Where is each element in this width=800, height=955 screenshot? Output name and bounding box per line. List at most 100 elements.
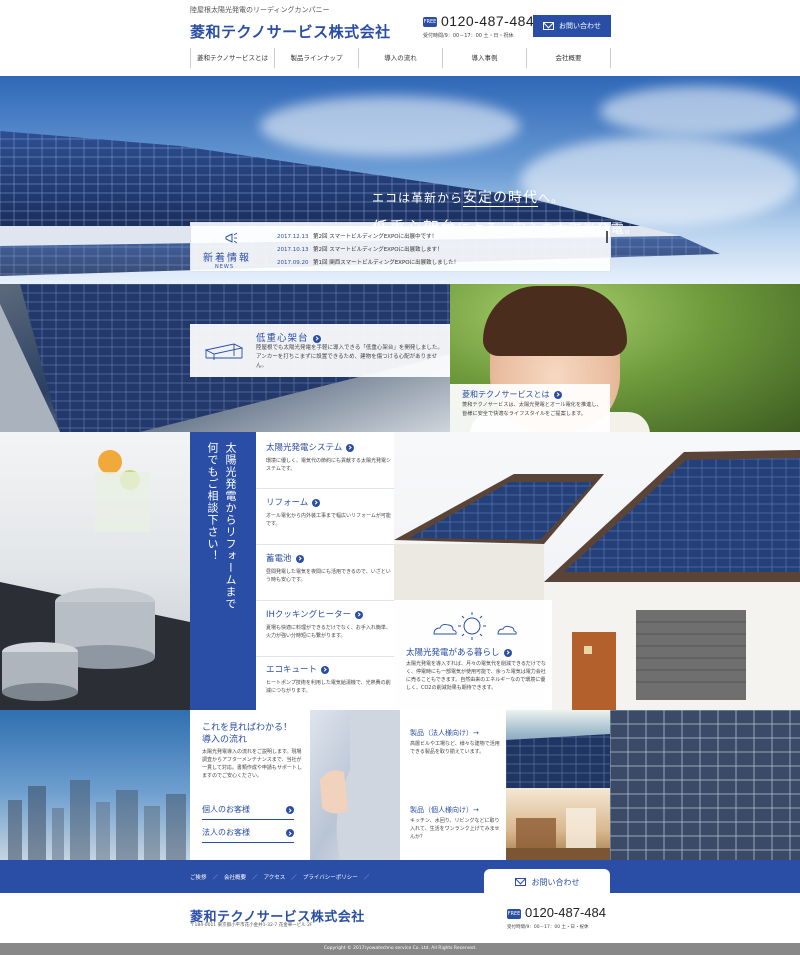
flow-link-corporate[interactable]: 法人のお客様 xyxy=(202,823,294,843)
nav-item-cases[interactable]: 導入事例 xyxy=(442,48,526,68)
footer-phone-number[interactable]: 0120-487-484 xyxy=(525,905,606,920)
product-personal[interactable]: 製品（個人様向け）→ キッチン、水回り、リビングなどに取り入れて、生活をワンラン… xyxy=(410,805,500,841)
flow-link-label: 法人のお客様 xyxy=(202,828,250,837)
contact-button[interactable]: お問い合わせ xyxy=(533,15,611,37)
solar-life-card[interactable]: 太陽光発電がある暮らし 太陽光発電を導入すれば、月々の電気代を削減できるだけでな… xyxy=(394,600,552,710)
flow-title-line: これを見ればわかる！ xyxy=(202,723,293,733)
arrow-right-icon xyxy=(312,498,321,507)
arrow-right-icon xyxy=(295,554,304,563)
news-scrollbar[interactable] xyxy=(606,231,608,243)
interior-graphic xyxy=(506,808,610,860)
service-reform[interactable]: リフォーム オール電化から内外装工事まで幅広いリフォームが可能です。 xyxy=(266,497,391,528)
footer-link-company[interactable]: 会社概要 xyxy=(224,873,246,881)
footer-contact-button[interactable]: お問い合わせ xyxy=(484,869,610,895)
service-ih-heater[interactable]: IHクッキングヒーター 夏場も快適に料理ができるだけでなく、お手入れ簡単、火力が… xyxy=(266,609,391,640)
low-cg-card[interactable]: 低重心架台 陸屋根でも太陽光発電を手軽に導入できる「低重心架台」を開発しました。… xyxy=(190,324,450,377)
footer-links: ご挨拶 ／ 会社概要 ／ アクセス ／ プライバシーポリシー ／ xyxy=(190,873,369,881)
news-list: 2017.12.13 第2回 スマートビルディングEXPOに出展中です！ 201… xyxy=(277,231,597,270)
worker-photo xyxy=(310,710,400,860)
arrow-right-icon xyxy=(286,806,294,814)
city-photo xyxy=(0,710,190,860)
mail-icon xyxy=(543,22,554,30)
site-header: 陸屋根太陽光発電のリーディングカンパニー 菱和テクノサービス株式会社 FREE … xyxy=(0,0,800,76)
hero-text: エコは革新から xyxy=(372,191,464,205)
news-link[interactable]: 第1回 関西スマートビルディングEXPOに出展致しました！ xyxy=(313,257,459,270)
global-nav: 菱和テクノサービスとは 製品ラインナップ 導入の流れ 導入事例 会社概要 xyxy=(190,48,611,68)
free-dial-icon: FREE xyxy=(507,909,521,919)
site-logo[interactable]: 菱和テクノサービス株式会社 xyxy=(190,21,391,42)
separator: ／ xyxy=(252,875,258,881)
service-description: 環境に優しく、電気代の節約にも貢献する太陽光発電システムです。 xyxy=(266,458,392,472)
product-corporate[interactable]: 製品（法人様向け）→ 高層ビルや工場など、様々な建物で活用できる製品を取り揃えて… xyxy=(410,728,500,756)
footer-link-greeting[interactable]: ご挨拶 xyxy=(190,873,207,881)
service-title: IHクッキングヒーター xyxy=(266,610,352,620)
copyright: Copyright © 2017ryowatechno service Co. … xyxy=(0,943,800,955)
divider xyxy=(256,488,394,489)
arrow-right-icon xyxy=(286,829,294,837)
footer-business-hours: 受付時間/9：00－17：00 土・日・祝休 xyxy=(507,925,589,930)
business-hours: 受付時間/9：00－17：00 土・日・祝休 xyxy=(423,33,514,39)
consult-text: 太陽光発電からリフォームまで xyxy=(224,442,237,610)
about-card[interactable]: 菱和テクノサービスとは 菱和テクノサービスは、太陽光発電とオール電化を推進し、皆… xyxy=(450,384,610,432)
divider xyxy=(256,656,394,657)
service-solar[interactable]: 太陽光発電システム 環境に優しく、電気代の節約にも貢献する太陽光発電システムです… xyxy=(266,442,391,473)
low-cg-description: 陸屋根でも太陽光発電を手軽に導入できる「低重心架台」を開発しました。アンカーを打… xyxy=(256,345,443,369)
service-ecocute[interactable]: エコキュート ヒートポンプ技術を利用した電気給湯機で、光熱費の削減につながります… xyxy=(266,664,391,695)
service-description: 夏場も快適に料理ができるだけでなく、お手入れ簡単、火力が強い分時短にも繋がります… xyxy=(266,625,391,639)
nav-item-company[interactable]: 会社概要 xyxy=(526,48,611,68)
news-item[interactable]: 2017.10.13 第2回 スマートビルディングEXPOに出展致します！ xyxy=(277,244,597,257)
solar-life-title-text: 太陽光発電がある暮らし xyxy=(406,648,500,658)
news-date: 2017.09.20 xyxy=(277,260,309,266)
arrow-right-icon xyxy=(355,610,364,619)
separator: ／ xyxy=(212,875,219,881)
product-title[interactable]: 製品（法人様向け）→ xyxy=(410,728,500,738)
service-title: エコキュート xyxy=(266,665,318,675)
flow-link-individual[interactable]: 個人のお客様 xyxy=(202,800,294,820)
service-description: オール電化から内外装工事まで幅広いリフォームが可能です。 xyxy=(266,513,391,527)
news-title: 新着情報 xyxy=(203,253,251,264)
about-title-text: 菱和テクノサービスとは xyxy=(462,390,550,399)
phone-number[interactable]: 0120-487-484 xyxy=(441,13,534,29)
news-link[interactable]: 第2回 スマートビルディングEXPOに出展致します！ xyxy=(313,244,443,257)
service-description: ヒートポンプ技術を利用した電気給湯機で、光熱費の削減につながります。 xyxy=(266,680,391,694)
consult-banner: 太陽光発電からリフォームまで 何でもご相談下さい！ xyxy=(190,432,256,710)
kitchen-photo xyxy=(0,432,190,710)
product-description: 高層ビルや工場など、様々な建物で活用できる製品を取り揃えています。 xyxy=(410,741,500,755)
hero-catchcopy: エコは革新から安定の時代へ。 xyxy=(372,187,564,207)
nav-item-products[interactable]: 製品ラインナップ xyxy=(274,48,358,68)
solar-panel-graphic xyxy=(506,734,610,788)
footer-contact-label: お問い合わせ xyxy=(531,877,580,887)
footer-link-access[interactable]: アクセス xyxy=(264,873,286,881)
news-link[interactable]: 第2回 スマートビルディングEXPOに出展中です！ xyxy=(313,231,437,244)
footer-address: 〒184-0011 東京都小平市花小金井1-32-7 花金華ービル 2F xyxy=(190,923,313,928)
tagline: 陸屋根太陽光発電のリーディングカンパニー xyxy=(190,6,330,14)
separator: ／ xyxy=(291,875,297,881)
nav-item-flow[interactable]: 導入の流れ xyxy=(358,48,442,68)
service-description: 昼間発電した電気を夜間にも活用できるので、いざという時も安心です。 xyxy=(266,569,391,583)
divider xyxy=(256,600,394,601)
nav-item-about[interactable]: 菱和テクノサービスとは xyxy=(190,48,274,68)
contact-button-label: お問い合わせ xyxy=(559,22,601,30)
news-item[interactable]: 2017.09.20 第1回 関西スマートビルディングEXPOに出展致しました！ xyxy=(277,257,597,270)
arrow-right-icon xyxy=(503,648,512,657)
mount-frame-icon xyxy=(204,343,244,360)
product-title[interactable]: 製品（個人様向け）→ xyxy=(410,805,500,815)
service-battery[interactable]: 蓄電池 昼間発電した電気を夜間にも活用できるので、いざという時も安心です。 xyxy=(266,553,391,584)
solar-closeup-photo xyxy=(610,710,800,860)
news-box: 新着情報 NEWS 2017.12.13 第2回 スマートビルディングEXPOに… xyxy=(190,222,611,272)
service-title: 蓄電池 xyxy=(266,554,292,564)
photo-shape xyxy=(483,286,627,356)
product-description: キッチン、水回り、リビングなどに取り入れて、生活をワンランク上げてみませんか？ xyxy=(410,818,500,840)
consult-text: 何でもご相談下さい！ xyxy=(206,442,219,562)
arrow-right-icon xyxy=(312,334,321,343)
arrow-right-icon xyxy=(553,390,562,399)
news-item[interactable]: 2017.12.13 第2回 スマートビルディングEXPOに出展中です！ xyxy=(277,231,597,244)
low-cg-title: 低重心架台 xyxy=(256,330,321,344)
solar-life-title: 太陽光発電がある暮らし xyxy=(406,646,512,658)
footer-link-privacy[interactable]: プライバシーポリシー xyxy=(303,873,358,881)
arrow-right-icon xyxy=(346,443,355,452)
mail-icon xyxy=(514,878,526,886)
city-graphic xyxy=(8,780,186,860)
kitchen-graphic xyxy=(0,450,190,710)
flow-title[interactable]: これを見ればわかる！ 導入の流れ xyxy=(202,722,292,746)
